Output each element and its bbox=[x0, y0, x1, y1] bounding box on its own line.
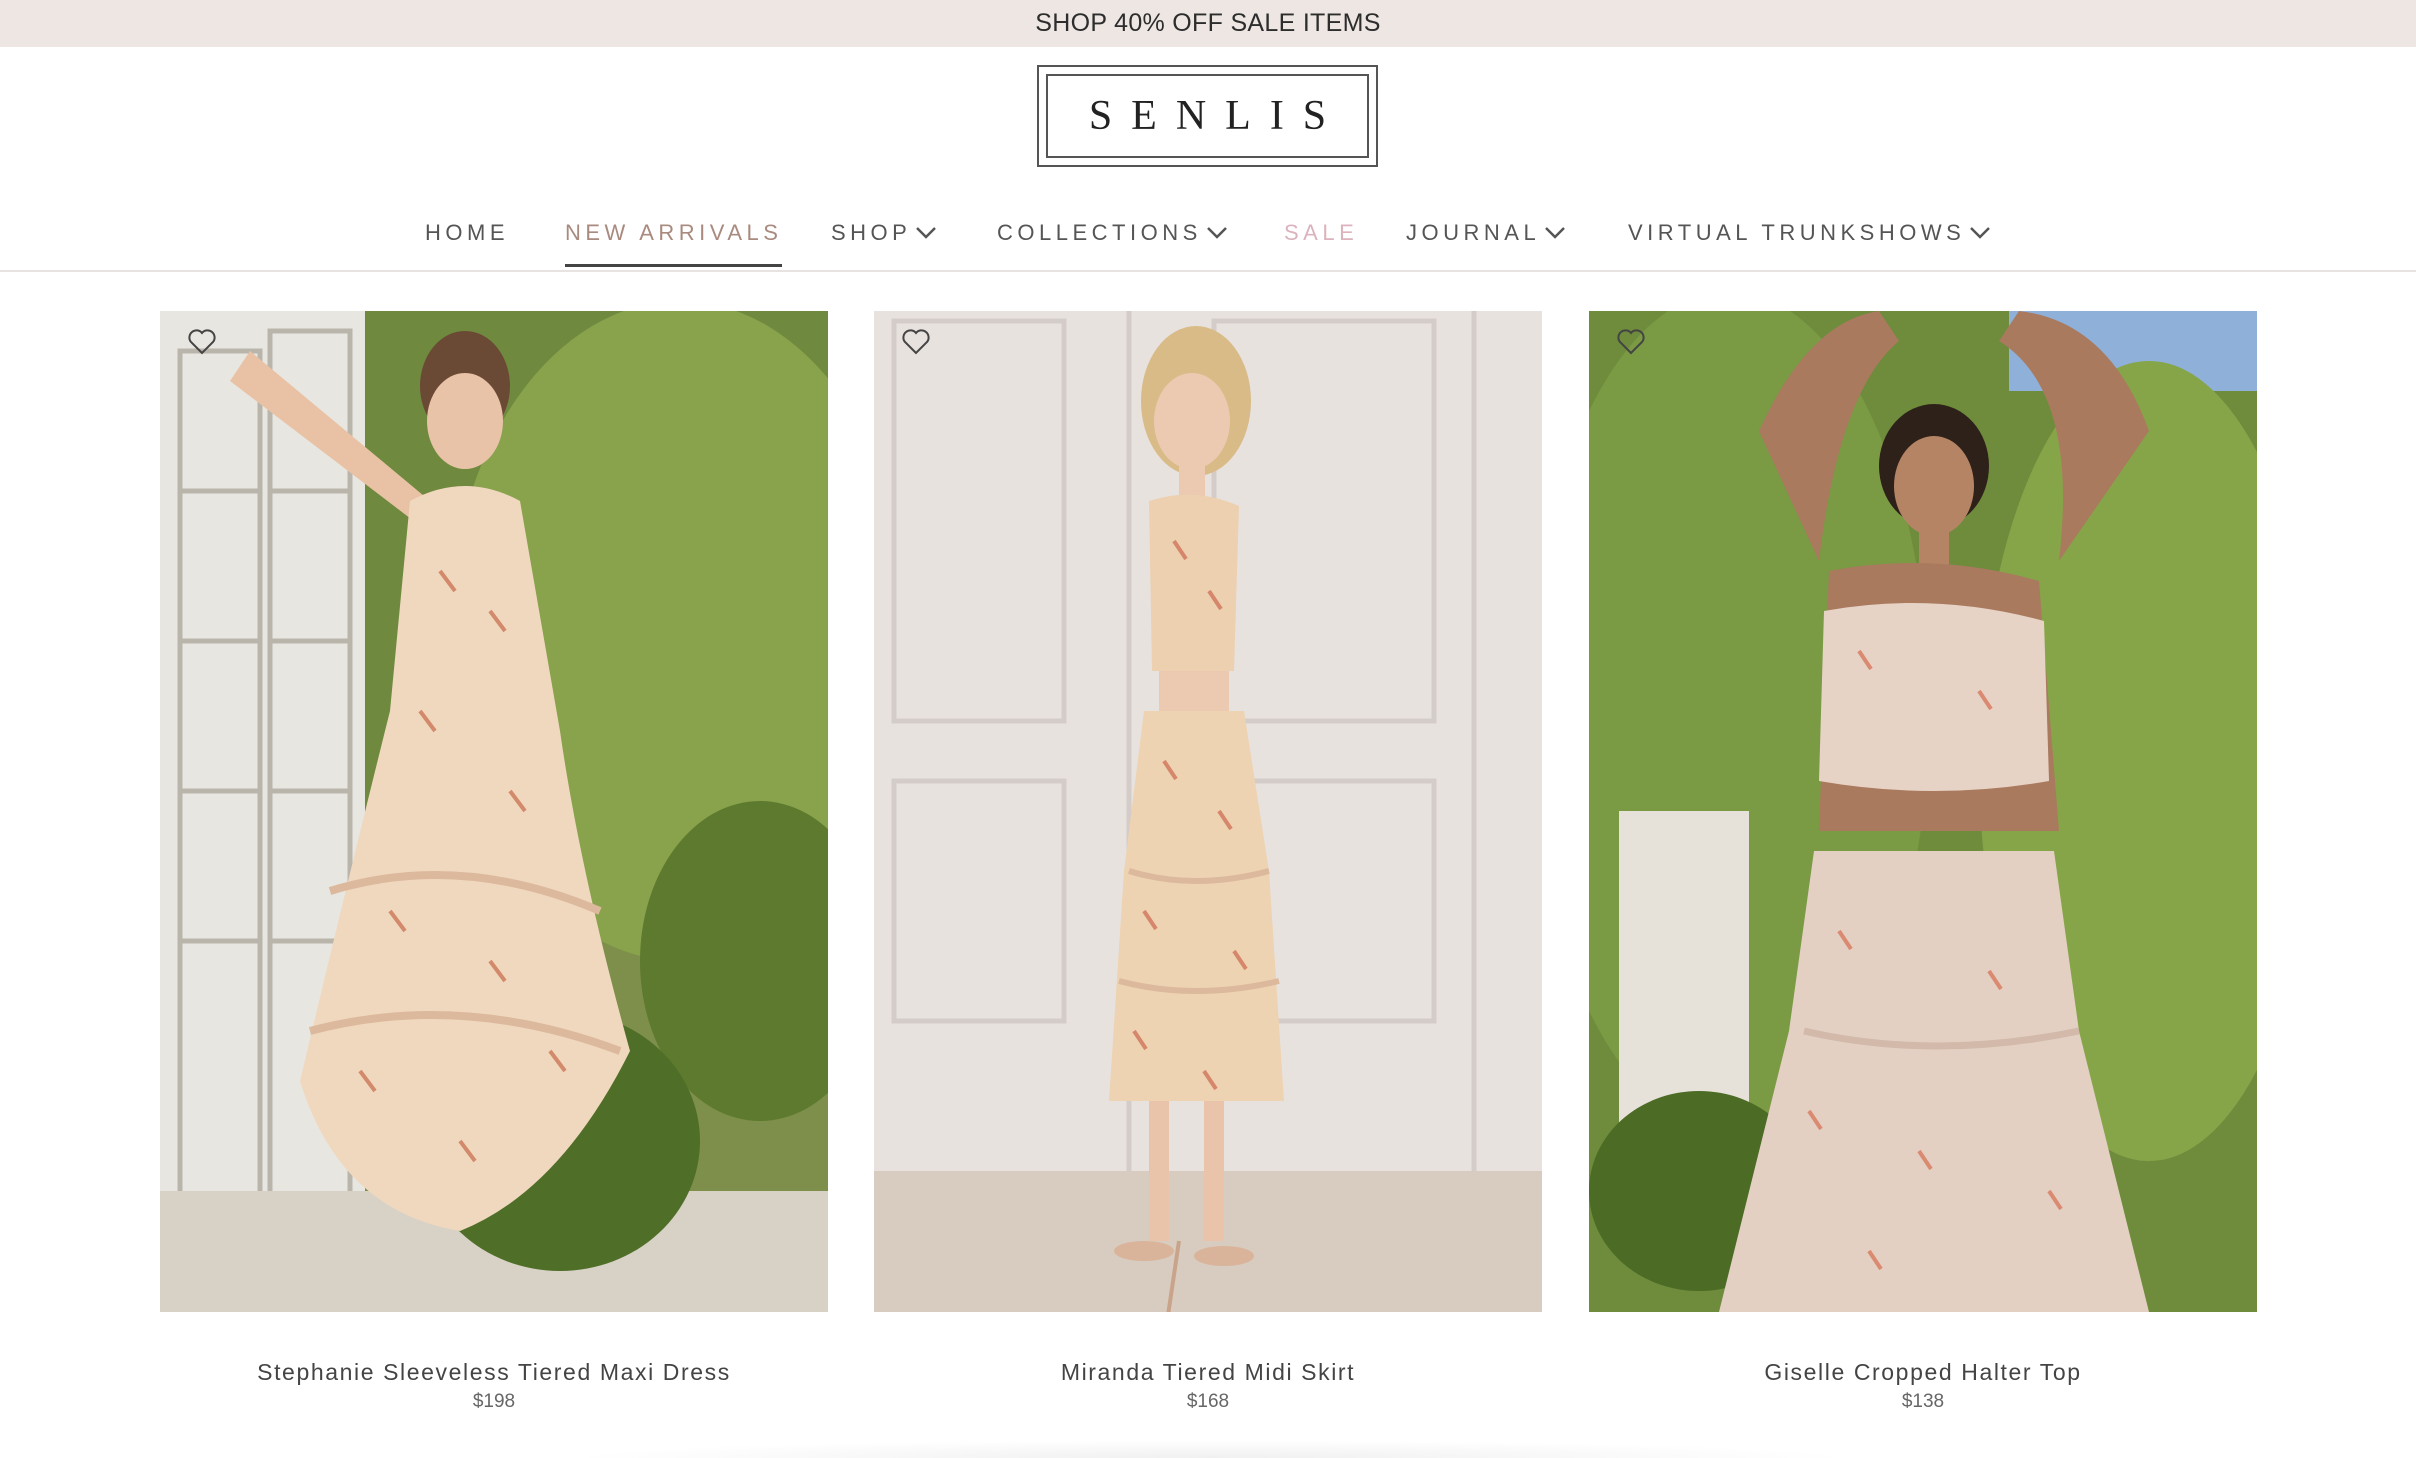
nav-item-label: SHOP bbox=[831, 220, 912, 245]
promo-banner[interactable]: SHOP 40% OFF SALE ITEMS bbox=[0, 0, 2416, 47]
wishlist-heart-icon[interactable] bbox=[187, 328, 217, 356]
nav-item-label: JOURNAL bbox=[1406, 220, 1541, 245]
nav-item-new-arrivals[interactable]: NEW ARRIVALS bbox=[565, 196, 783, 270]
product-card[interactable]: Giselle Cropped Halter Top $138 bbox=[1589, 311, 2257, 1412]
product-name[interactable]: Miranda Tiered Midi Skirt bbox=[874, 1359, 1542, 1386]
product-price: $198 bbox=[472, 1391, 516, 1412]
nav-item-collections[interactable]: COLLECTIONS bbox=[997, 196, 1228, 270]
nav-item-journal[interactable]: JOURNAL bbox=[1406, 196, 1566, 270]
footer-shadow bbox=[560, 1440, 1860, 1458]
chevron-down-icon bbox=[915, 226, 937, 240]
nav-item-label: VIRTUAL TRUNKSHOWS bbox=[1628, 220, 1966, 245]
nav-item-label: NEW ARRIVALS bbox=[565, 220, 783, 245]
product-image[interactable] bbox=[874, 311, 1542, 1312]
nav-item-label: HOME bbox=[425, 220, 509, 245]
product-name[interactable]: Giselle Cropped Halter Top bbox=[1589, 1359, 2257, 1386]
nav-item-label: SALE bbox=[1284, 220, 1359, 245]
product-price: $138 bbox=[1901, 1391, 1945, 1412]
product-image[interactable] bbox=[1589, 311, 2257, 1312]
chevron-down-icon bbox=[1544, 226, 1566, 240]
wishlist-heart-icon[interactable] bbox=[901, 328, 931, 356]
product-card[interactable]: Miranda Tiered Midi Skirt $168 bbox=[874, 311, 1542, 1412]
brand-logo[interactable]: SENLIS bbox=[1037, 65, 1378, 167]
main-nav: HOME NEW ARRIVALS SHOP COLLECTIONS SALE … bbox=[0, 196, 2416, 270]
product-name[interactable]: Stephanie Sleeveless Tiered Maxi Dress bbox=[160, 1359, 828, 1386]
logo-text: SENLIS bbox=[1088, 93, 1346, 139]
chevron-down-icon bbox=[1206, 226, 1228, 240]
nav-item-virtual-trunkshows[interactable]: VIRTUAL TRUNKSHOWS bbox=[1628, 196, 1991, 270]
product-price: $168 bbox=[1186, 1391, 1230, 1412]
nav-item-sale[interactable]: SALE bbox=[1284, 196, 1358, 270]
nav-item-home[interactable]: HOME bbox=[425, 196, 509, 270]
nav-divider bbox=[0, 270, 2416, 272]
promo-text[interactable]: SHOP 40% OFF SALE ITEMS bbox=[1035, 9, 1380, 38]
wishlist-heart-icon[interactable] bbox=[1616, 328, 1646, 356]
chevron-down-icon bbox=[1969, 226, 1991, 240]
logo-frame: SENLIS bbox=[1046, 74, 1369, 158]
nav-item-label: COLLECTIONS bbox=[997, 220, 1202, 245]
product-card[interactable]: Stephanie Sleeveless Tiered Maxi Dress $… bbox=[160, 311, 828, 1412]
product-image[interactable] bbox=[160, 311, 828, 1312]
nav-item-shop[interactable]: SHOP bbox=[831, 196, 937, 270]
